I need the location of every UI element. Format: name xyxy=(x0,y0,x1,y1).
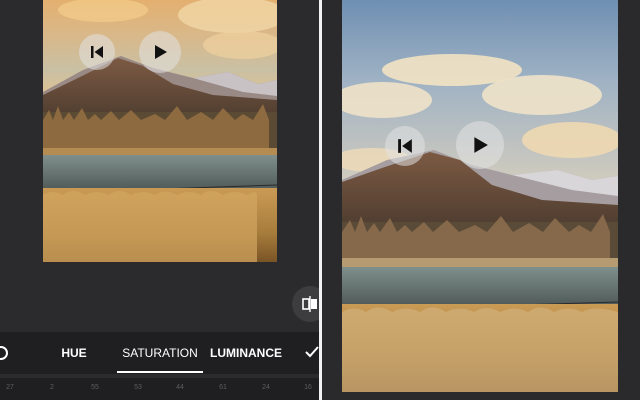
play-button[interactable] xyxy=(139,31,181,73)
circle-icon[interactable] xyxy=(0,346,8,360)
play-icon xyxy=(474,137,488,153)
tab-hue[interactable]: HUE xyxy=(48,332,100,374)
channel-value: 44 xyxy=(176,384,184,391)
channel-values: 27 2 55 53 44 61 24 16 xyxy=(0,378,319,400)
tab-luminance[interactable]: LUMINANCE xyxy=(210,332,282,374)
checkmark-icon[interactable] xyxy=(304,344,319,360)
channel-value: 61 xyxy=(219,384,227,391)
tab-saturation[interactable]: SATURATION xyxy=(117,332,203,374)
skip-back-icon xyxy=(398,139,412,153)
channel-value: 27 xyxy=(6,384,14,391)
compare-split-icon xyxy=(302,296,317,312)
previous-button[interactable] xyxy=(385,126,425,166)
channel-value: 2 xyxy=(50,384,54,391)
channel-value: 24 xyxy=(262,384,270,391)
editor-panel: HUE SATURATION LUMINANCE 27 2 55 53 44 6… xyxy=(0,0,319,400)
previous-button[interactable] xyxy=(79,34,115,70)
compare-button[interactable] xyxy=(292,286,319,322)
play-button[interactable] xyxy=(456,121,504,169)
preview-panel xyxy=(322,0,640,400)
channel-value: 53 xyxy=(134,384,142,391)
channel-value: 16 xyxy=(304,384,312,391)
channel-value: 55 xyxy=(91,384,99,391)
skip-back-icon xyxy=(91,46,103,58)
play-icon xyxy=(155,45,167,59)
adjustment-tabs: HUE SATURATION LUMINANCE xyxy=(0,332,319,374)
video-preview[interactable] xyxy=(342,0,618,392)
active-tab-indicator xyxy=(117,371,203,373)
